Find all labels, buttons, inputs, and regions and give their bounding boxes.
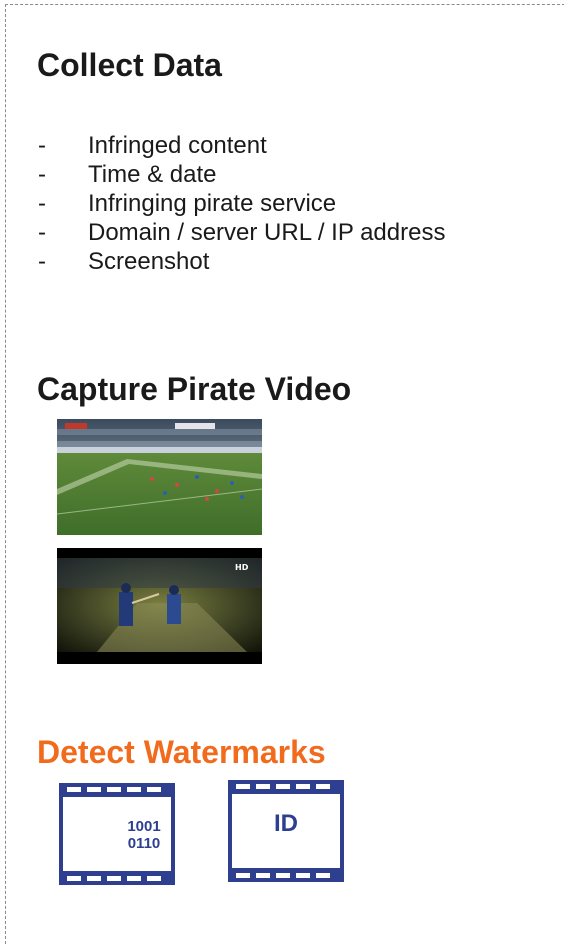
detect-watermarks-heading: Detect Watermarks	[37, 734, 326, 770]
collect-data-heading: Collect Data	[37, 47, 222, 83]
binary-watermark-film-icon: 1001 0110	[59, 783, 175, 885]
list-item: - Domain / server URL / IP address	[38, 219, 446, 246]
list-item: - Screenshot	[38, 248, 210, 275]
list-item: - Infringed content	[38, 132, 267, 159]
id-watermark-film-icon: ID	[228, 780, 344, 884]
id-label: ID	[274, 810, 298, 837]
binary-code-label: 1001 0110	[127, 818, 161, 852]
svg-text:HD: HD	[235, 563, 249, 572]
list-item: - Time & date	[38, 161, 217, 188]
cricket-video-thumbnail: HD	[57, 548, 262, 664]
soccer-video-thumbnail	[57, 419, 262, 535]
capture-video-heading: Capture Pirate Video	[37, 371, 352, 407]
list-item: - Infringing pirate service	[38, 190, 337, 217]
collect-data-list: - Infringed content - Time & date - Infring…	[38, 131, 445, 276]
